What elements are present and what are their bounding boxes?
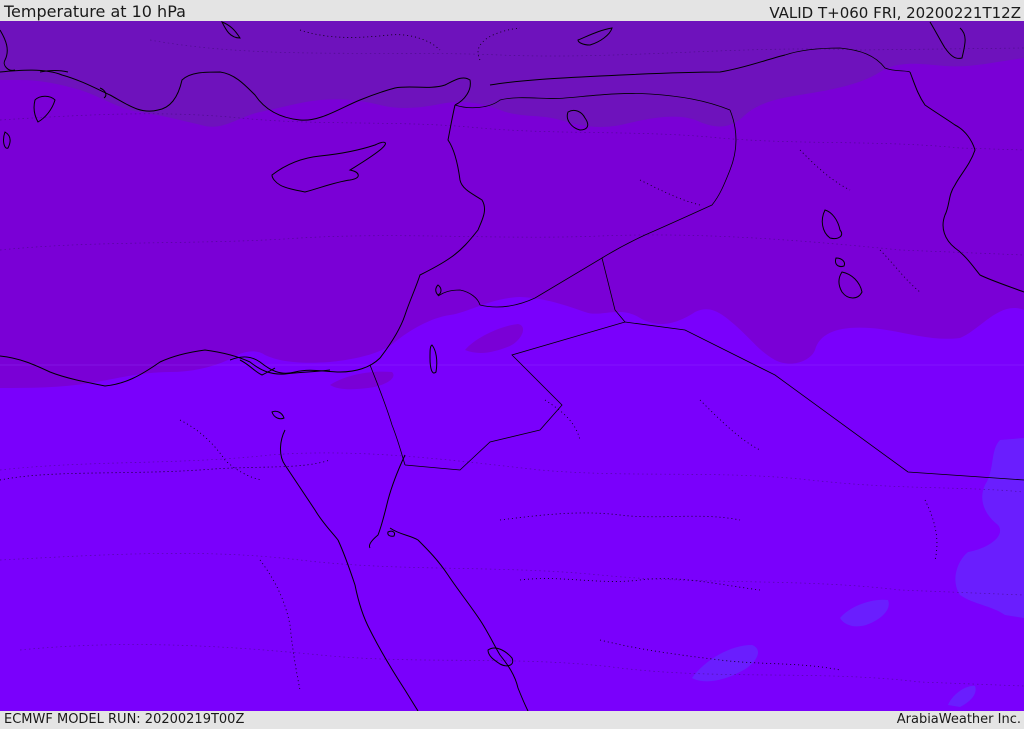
- map-header: Temperature at 10 hPa VALID T+060 FRI, 2…: [0, 0, 1024, 22]
- valid-time: VALID T+060 FRI, 20200221T12Z: [769, 4, 1021, 22]
- map-title: Temperature at 10 hPa: [4, 2, 186, 21]
- model-run: ECMWF MODEL RUN: 20200219T00Z: [4, 712, 245, 727]
- credit: ArabiaWeather Inc.: [896, 712, 1021, 727]
- temperature-map: [0, 21, 1024, 711]
- map-footer: ECMWF MODEL RUN: 20200219T00Z ArabiaWeat…: [0, 711, 1024, 729]
